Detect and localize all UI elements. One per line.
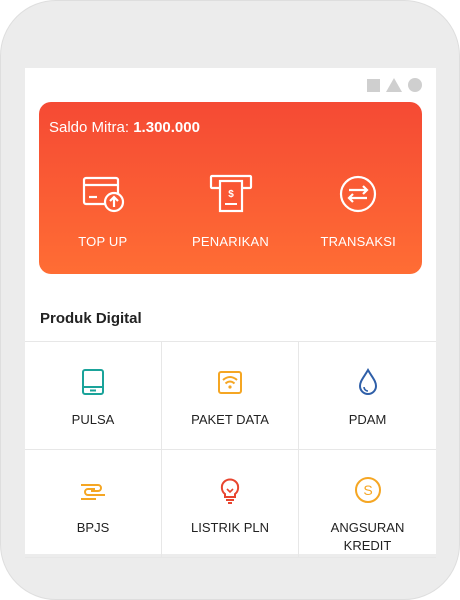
- product-label: PDAM: [348, 412, 387, 427]
- lightbulb-icon: [220, 478, 240, 504]
- section-title: Produk Digital: [40, 310, 142, 327]
- status-bar: [367, 78, 422, 92]
- app-screen: Saldo Mitra: 1.300.000 TOP UP $ PENARIKA…: [25, 68, 436, 558]
- coin-icon: S: [354, 477, 381, 503]
- topup-button[interactable]: TOP UP: [39, 172, 167, 249]
- triangle-icon: [386, 78, 402, 92]
- product-paket-data[interactable]: PAKET DATA: [162, 342, 299, 450]
- balance-card: Saldo Mitra: 1.300.000 TOP UP $ PENARIKA…: [39, 102, 422, 274]
- card-actions: TOP UP $ PENARIKAN TRANSAKSI: [39, 172, 422, 249]
- transaksi-button[interactable]: TRANSAKSI: [294, 172, 422, 249]
- square-icon: [367, 78, 380, 92]
- transfer-arrows-icon: [340, 175, 377, 213]
- product-pdam[interactable]: PDAM: [299, 342, 436, 450]
- balance-text: Saldo Mitra: 1.300.000: [49, 119, 200, 136]
- svg-text:S: S: [363, 482, 372, 498]
- transaksi-label: TRANSAKSI: [320, 234, 396, 249]
- product-label: ANGSURAN KREDIT: [330, 520, 405, 553]
- penarikan-button[interactable]: $ PENARIKAN: [167, 172, 295, 249]
- product-label: LISTRIK PLN: [190, 520, 270, 535]
- svg-text:$: $: [228, 189, 234, 200]
- balance-label: Saldo Mitra:: [49, 119, 130, 136]
- wallet-topup-icon: [82, 176, 124, 213]
- product-listrik-pln[interactable]: LISTRIK PLN: [162, 450, 299, 558]
- product-angsuran-kredit[interactable]: S ANGSURAN KREDIT: [299, 450, 436, 558]
- wifi-icon: [218, 371, 242, 394]
- product-label: PAKET DATA: [191, 412, 269, 427]
- product-bpjs[interactable]: BPJS: [25, 450, 162, 558]
- phone-icon: [82, 369, 104, 395]
- hands-icon: [81, 484, 105, 500]
- circle-icon: [408, 78, 422, 92]
- penarikan-label: PENARIKAN: [192, 234, 269, 249]
- product-pulsa[interactable]: PULSA: [25, 342, 162, 450]
- product-label: PULSA: [71, 412, 115, 427]
- phone-frame: Saldo Mitra: 1.300.000 TOP UP $ PENARIKA…: [0, 0, 460, 600]
- product-grid: PULSA PAKET DATA PDAM BPJS LISTRIK PLN S…: [25, 341, 436, 558]
- water-drop-icon: [358, 367, 377, 395]
- topup-label: TOP UP: [78, 234, 128, 249]
- atm-withdraw-icon: $: [209, 174, 252, 213]
- product-label: BPJS: [76, 520, 110, 535]
- balance-value: 1.300.000: [133, 119, 200, 136]
